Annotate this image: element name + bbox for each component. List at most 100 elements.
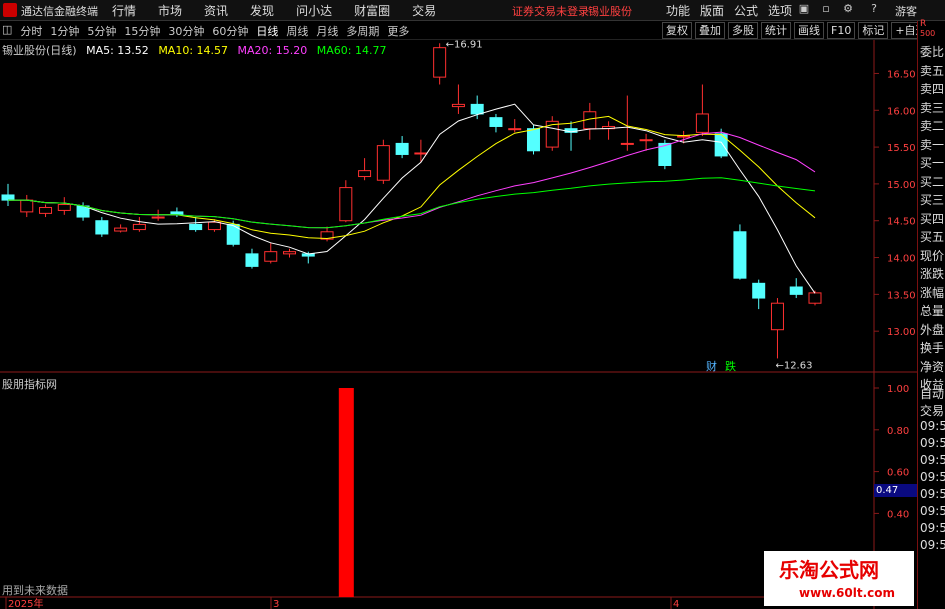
menu-market[interactable]: 市场 <box>158 2 182 19</box>
menu-wealth[interactable]: 财富圈 <box>354 2 390 19</box>
price-tick-label: 14.50 <box>887 217 916 228</box>
candle-body <box>376 145 390 181</box>
side-label-0: 委比 <box>920 45 945 59</box>
restore-icon[interactable]: ▣ <box>798 3 810 15</box>
indicator-tick-label: 0.40 <box>887 509 909 520</box>
menu-news[interactable]: 资讯 <box>204 2 228 19</box>
side-label-9: 买四 <box>920 211 945 226</box>
candle-body <box>714 133 728 157</box>
candle-body <box>508 128 522 131</box>
side-label-3: 卖三 <box>920 100 945 115</box>
ma-legend: 锡业股份(日线) MA5: 13.52 MA10: 14.57 MA20: 15… <box>2 42 392 58</box>
menu-discover[interactable]: 发现 <box>250 2 274 19</box>
ma5-line <box>8 103 816 294</box>
price-tick-label: 16.50 <box>887 69 916 80</box>
ma10-label: MA10: 14.57 <box>158 44 229 57</box>
candle-body <box>695 113 709 133</box>
side-time-1: 交易 <box>920 404 945 418</box>
event-mark-finance: 财 <box>706 359 717 373</box>
cursor-value: 0.47 <box>874 484 918 497</box>
title-bar: 通达信金融终端 行情 市场 资讯 发现 问小达 财富圈 交易 证券交易未登录 锡… <box>0 0 945 21</box>
login-notice[interactable]: 证券交易未登录 <box>512 3 589 19</box>
side-time-0: 自动 <box>920 387 945 401</box>
menu-ask[interactable]: 问小达 <box>296 2 332 19</box>
candle-body <box>470 103 484 115</box>
guest-label[interactable]: 游客 <box>895 3 917 19</box>
settings-icon[interactable]: ⚙ <box>842 3 854 15</box>
menu-function[interactable]: 功能 <box>666 2 690 19</box>
candle-body <box>57 204 71 211</box>
side-label-8: 买三 <box>920 193 945 207</box>
price-tick-label: 16.00 <box>887 106 916 117</box>
candle-body <box>789 286 803 295</box>
app-logo-icon <box>3 3 17 17</box>
side-label-4: 卖二 <box>920 119 945 133</box>
menu-trade[interactable]: 交易 <box>412 2 436 19</box>
menu-layout[interactable]: 版面 <box>700 2 724 19</box>
quote-side-panel: R 500 委比 卖五 卖四 卖三 卖二 卖一 买一 买二 买三 买四 买五 现价 涨跌 涨幅 总量 外盘 换手… <box>917 19 945 609</box>
time-label: 4 <box>673 599 679 609</box>
candle-body <box>264 251 278 262</box>
indicator-tick-label: 0.80 <box>887 426 909 437</box>
side-time-5: 09:53 <box>920 470 945 484</box>
indicator-tick-label: 1.00 <box>887 384 909 395</box>
side-label-17: 净资 <box>920 359 945 374</box>
watermark-url: www.60lt.com <box>799 586 896 600</box>
price-tick-label: 13.50 <box>887 290 916 301</box>
side-label-2: 卖四 <box>920 82 945 96</box>
app-title: 通达信金融终端 <box>21 5 98 18</box>
help-icon[interactable]: ? <box>868 3 880 15</box>
candle-body <box>20 199 34 213</box>
side-time-6: 09:53 <box>920 487 945 501</box>
side-time-9: 09:53 <box>920 538 945 552</box>
indicator-tick-label: 0.60 <box>887 468 909 479</box>
menu-formula[interactable]: 公式 <box>734 2 758 19</box>
candle-body <box>733 231 747 279</box>
candle-body <box>39 206 53 214</box>
candle-body <box>677 135 691 138</box>
candle-body <box>451 103 465 108</box>
side-label-15: 外盘 <box>920 322 945 337</box>
side-label-6: 买一 <box>920 156 945 170</box>
menu-options[interactable]: 选项 <box>768 2 792 19</box>
candle-body <box>207 221 221 231</box>
future-data-note: 用到未来数据 <box>2 584 68 597</box>
candle-body <box>620 142 634 145</box>
side-label-1: 卖五 <box>920 63 945 78</box>
candle-body <box>283 251 297 255</box>
ma5-label: MA5: 13.52 <box>86 44 149 57</box>
candle-body <box>395 142 409 155</box>
side-label-7: 买二 <box>920 174 945 189</box>
time-label: 2025年 <box>8 597 43 609</box>
candle-body <box>526 128 540 152</box>
side-label-13: 涨幅 <box>920 285 945 300</box>
candle-body <box>151 216 165 219</box>
candle-body <box>339 187 353 222</box>
time-label: 3 <box>273 599 279 609</box>
candle-body <box>808 292 822 304</box>
ma60-line <box>8 177 816 229</box>
ma20-label: MA20: 15.20 <box>237 44 308 57</box>
candle-body <box>414 152 428 155</box>
side-time-7: 09:53 <box>920 504 945 518</box>
candle-body <box>489 117 503 127</box>
menu-quotes[interactable]: 行情 <box>112 2 136 19</box>
side-time-2: 09:53 <box>920 419 945 433</box>
side-time-8: 09:53 <box>920 521 945 535</box>
indicator-title: 股朋指标网 <box>2 378 57 391</box>
side-label-11: 现价 <box>920 248 945 263</box>
side-time-4: 09:53 <box>920 453 945 467</box>
candle-body <box>752 282 766 299</box>
candle-body <box>433 47 447 78</box>
watermark: 乐淘公式网 www.60lt.com <box>764 551 914 606</box>
main-menu: 行情 市场 资讯 发现 问小达 财富圈 交易 <box>112 2 458 19</box>
chart-title: 锡业股份(日线) <box>2 44 77 57</box>
side-label-14: 总量 <box>920 304 945 318</box>
high-label: ←16.91 <box>446 39 483 50</box>
window-icon[interactable]: ▫ <box>820 3 832 15</box>
candle-body <box>770 302 784 331</box>
corner-num: 500 <box>920 29 936 38</box>
kline-chart[interactable]: ←16.91 ←12.63 财跌 13.00 13.50 14.00 14.50 15.00… <box>0 20 917 609</box>
candle-body <box>1 194 15 201</box>
candle-body <box>639 139 653 142</box>
